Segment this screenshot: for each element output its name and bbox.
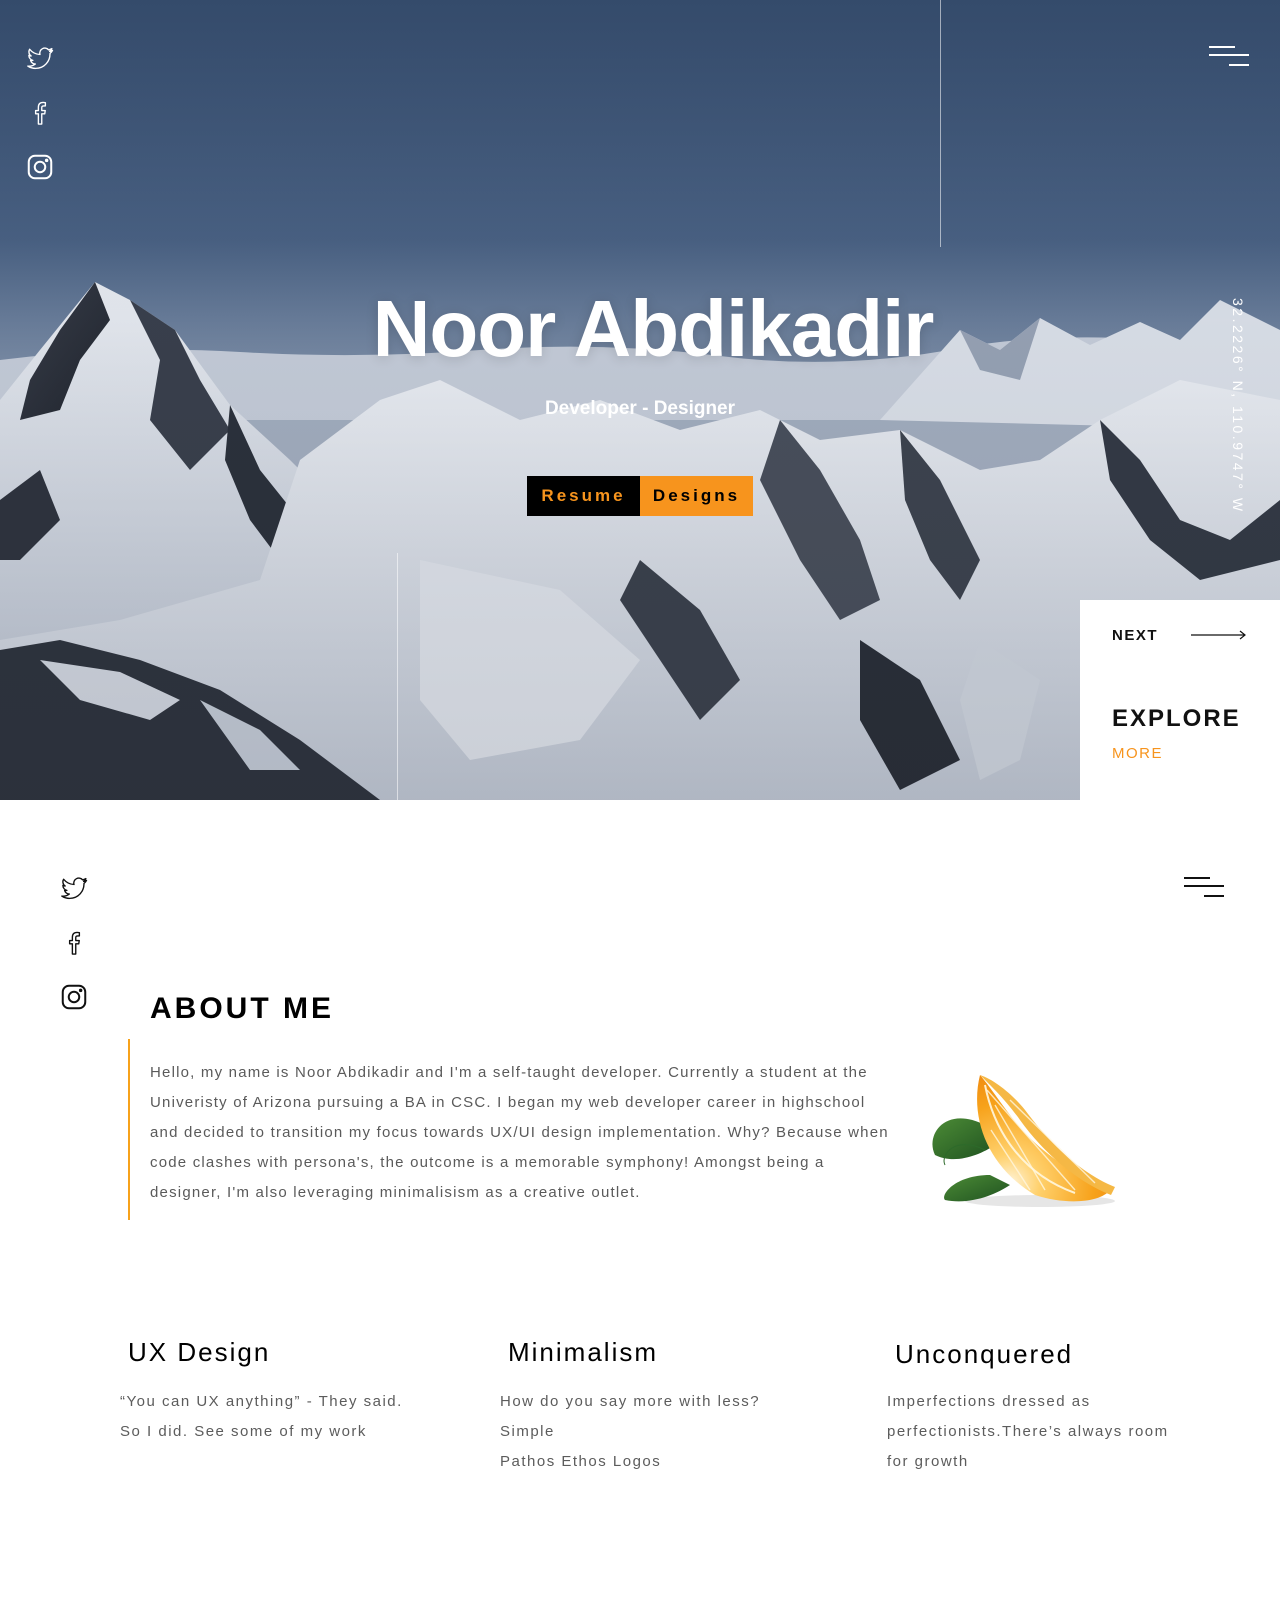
about-paragraph: Hello, my name is Noor Abdikadir and I'm… (150, 1064, 889, 1201)
next-link[interactable]: NEXT (1112, 627, 1158, 644)
about-social-links (59, 874, 89, 1036)
about-accent-bar (128, 1039, 130, 1220)
hero-divider-bottom (397, 553, 398, 800)
about-title: ABOUT ME (150, 992, 334, 1025)
arrow-right-icon[interactable] (1191, 629, 1247, 641)
instagram-icon[interactable] (25, 152, 55, 182)
feature-title: UX Design (128, 1337, 271, 1367)
feature-text-line: How do you say more with less? Simple (500, 1393, 761, 1440)
hero-social-links (25, 44, 55, 206)
facebook-icon[interactable] (25, 98, 55, 128)
hero-subtitle: Developer - Designer (544, 398, 736, 419)
explore-panel[interactable]: NEXT EXPLORE MORE (1080, 600, 1280, 800)
feature-text: How do you say more with less? Simple Pat… (500, 1387, 800, 1477)
hero-divider-top (940, 0, 941, 247)
hero-section: 32.2226° N, 110.9747° W Noor Abdikadir D… (0, 0, 1280, 800)
facebook-icon[interactable] (59, 928, 89, 958)
feature-text-line: Pathos Ethos Logos (500, 1453, 662, 1470)
more-link[interactable]: MORE (1112, 745, 1163, 762)
feature-minimalism: Minimalism How do you say more with less… (500, 1337, 800, 1477)
feature-unconquered: Unconquered Imperfections dressed as per… (887, 1337, 1187, 1477)
resume-button[interactable]: Resume (527, 476, 640, 516)
feature-ux-design: UX Design “You can UX anything” - They s… (120, 1337, 420, 1447)
twitter-icon[interactable] (59, 874, 89, 904)
explore-heading: EXPLORE (1112, 705, 1241, 732)
menu-line (1184, 885, 1224, 887)
feature-title: Minimalism (508, 1337, 658, 1367)
hamburger-menu-icon[interactable] (1209, 44, 1253, 70)
menu-line (1209, 54, 1249, 56)
feature-text: “You can UX anything” - They said. So I … (120, 1393, 403, 1440)
feature-title: Unconquered (895, 1339, 1074, 1369)
hamburger-menu-icon[interactable] (1184, 875, 1228, 901)
twitter-icon[interactable] (25, 44, 55, 74)
menu-line (1229, 64, 1249, 66)
designs-button[interactable]: Designs (640, 476, 753, 516)
menu-line (1204, 895, 1224, 897)
hero-title: Noor Abdikadir (372, 284, 935, 373)
feature-text: Imperfections dressed as perfectionists.… (887, 1393, 1169, 1470)
menu-line (1209, 46, 1235, 48)
orange-slice-image (932, 1075, 1115, 1207)
instagram-icon[interactable] (59, 982, 89, 1012)
menu-line (1184, 877, 1210, 879)
